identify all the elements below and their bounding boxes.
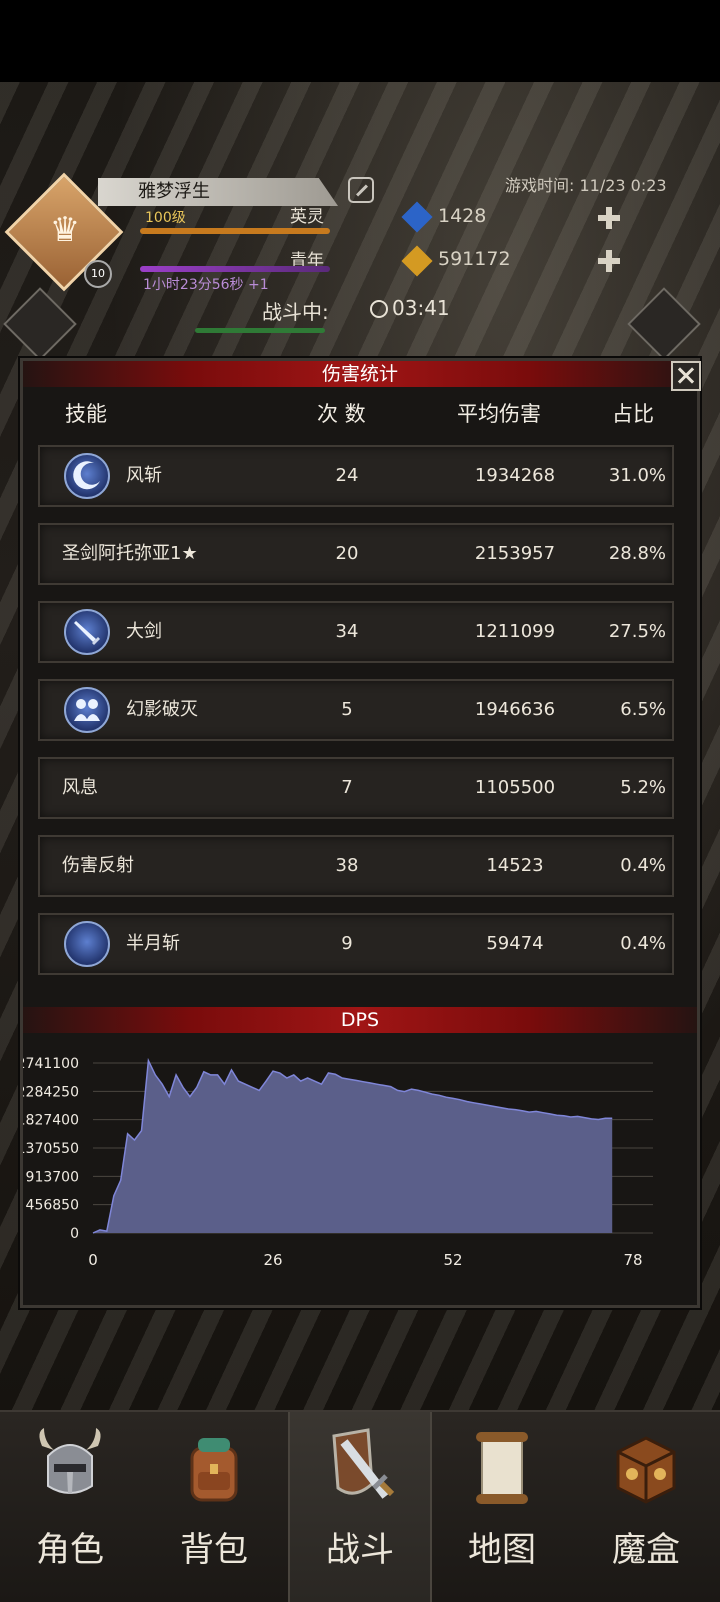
skill-avg-damage: 59474	[486, 933, 544, 954]
x-tick-label: 26	[263, 1251, 282, 1269]
y-tick-label: 2741100	[23, 1056, 79, 1072]
edit-icon[interactable]	[348, 177, 374, 203]
player-rank: 英灵	[290, 207, 324, 227]
skill-list[interactable]: 风斩 24 1934268 31.0% 圣剑阿托弥亚1★ 20 2153957 …	[38, 445, 674, 987]
y-tick-label: 1827400	[23, 1113, 79, 1129]
greatsword-icon	[64, 609, 110, 655]
skill-avg-damage: 1211099	[474, 621, 556, 642]
scroll-map-icon	[476, 1432, 528, 1504]
backpack-icon	[190, 1438, 238, 1502]
skill-percent: 6.5%	[620, 699, 666, 720]
exp-bar	[140, 228, 330, 234]
table-row: 幻影破灭 5 1946636 6.5%	[38, 679, 674, 741]
col-header-pct: 占比	[612, 402, 654, 426]
table-row: 大剑 34 1211099 27.5%	[38, 601, 674, 663]
skill-name: 大剑	[126, 621, 162, 642]
clock-icon	[370, 300, 388, 318]
skill-count: 20	[335, 543, 359, 564]
tab-backpack[interactable]: 背包	[144, 1412, 284, 1602]
game-time: 游戏时间: 11/23 0:23	[505, 176, 667, 195]
skill-count: 5	[341, 699, 353, 720]
skill-count: 34	[335, 621, 359, 642]
y-tick-label: 913700	[26, 1169, 79, 1185]
skill-count: 9	[341, 933, 353, 954]
shield-sword-icon	[332, 1428, 395, 1499]
tab-magic-box[interactable]: 魔盒	[576, 1412, 716, 1602]
tab-character[interactable]: 角色	[0, 1412, 140, 1602]
helmet-icon	[39, 1428, 101, 1494]
skill-avg-damage: 14523	[486, 855, 544, 876]
skill-name: 风斩	[126, 465, 162, 486]
col-header-avg: 平均伤害	[457, 402, 541, 426]
magic-box-icon	[616, 1436, 676, 1504]
battle-timer: 03:41	[392, 296, 450, 320]
skill-percent: 27.5%	[608, 621, 666, 642]
tab-battle[interactable]: 战斗	[288, 1412, 432, 1602]
dps-area	[93, 1060, 613, 1233]
status-bar-area	[0, 0, 720, 82]
skill-avg-damage: 1105500	[474, 777, 556, 798]
damage-stats-title: 伤害统计	[23, 361, 697, 387]
x-tick-label: 0	[88, 1251, 98, 1269]
tab-label: 地图	[468, 1530, 536, 1570]
dps-chart: 2741100 2284250 1827400 1370550 913700 456850…	[17, 1005, 697, 1305]
battle-progress-bar	[195, 328, 325, 333]
col-header-count: 次 数	[317, 402, 366, 426]
tab-label: 战斗	[326, 1530, 394, 1570]
skill-name: 伤害反射	[62, 855, 134, 876]
skill-name: 幻影破灭	[126, 699, 198, 720]
bottom-nav: 角色 背包 战斗 地图 魔盒	[0, 1410, 720, 1602]
skill-name: 半月斩	[126, 933, 180, 954]
skill-percent: 31.0%	[608, 465, 666, 486]
skill-count: 38	[335, 855, 359, 876]
skill-avg-damage: 1946636	[474, 699, 556, 720]
y-tick-label: 2284250	[23, 1084, 79, 1100]
table-row: 风斩 24 1934268 31.0%	[38, 445, 674, 507]
tab-label: 背包	[180, 1530, 248, 1570]
col-header-skill: 技能	[65, 402, 107, 426]
skill-percent: 5.2%	[620, 777, 666, 798]
age-bar	[140, 266, 330, 272]
skill-name: 风息	[62, 777, 98, 798]
table-row: 风息 7 1105500 5.2%	[38, 757, 674, 819]
tab-label: 角色	[36, 1530, 104, 1570]
x-tick-label: 52	[443, 1251, 462, 1269]
level-badge: 10	[84, 260, 112, 288]
crown-icon: ♛	[49, 210, 81, 250]
half-moon-slash-icon	[64, 921, 110, 967]
table-row: 伤害反射 38 14523 0.4%	[38, 835, 674, 897]
close-button[interactable]	[671, 361, 701, 391]
tab-map[interactable]: 地图	[432, 1412, 572, 1602]
y-tick-label: 0	[70, 1226, 79, 1242]
wind-slash-icon	[64, 453, 110, 499]
y-tick-label: 456850	[26, 1198, 79, 1214]
skill-count: 7	[341, 777, 353, 798]
lifetime-timer: 1小时23分56秒 +1	[143, 277, 269, 293]
dps-chart-svg: 2741100 2284250 1827400 1370550 913700 456850…	[17, 1056, 653, 1269]
skill-count: 24	[335, 465, 359, 486]
skill-name: 圣剑阿托弥亚1★	[62, 543, 198, 564]
y-tick-label: 1370550	[23, 1141, 79, 1157]
battle-status: 战斗中:	[262, 300, 329, 324]
gold-count: 591172	[438, 248, 511, 270]
skill-avg-damage: 1934268	[474, 465, 556, 486]
damage-stats-panel: 伤害统计 技能 次 数 平均伤害 占比 风斩 24 1934268 31.0% …	[17, 358, 701, 1308]
x-tick-label: 78	[623, 1251, 642, 1269]
table-row: 半月斩 9 59474 0.4%	[38, 913, 674, 975]
skill-percent: 0.4%	[620, 933, 666, 954]
phantom-icon	[64, 687, 110, 733]
add-gold-plus-icon[interactable]	[598, 250, 620, 272]
skill-percent: 0.4%	[620, 855, 666, 876]
blue-gem-count: 1428	[438, 205, 487, 227]
skill-avg-damage: 2153957	[474, 543, 556, 564]
skill-percent: 28.8%	[608, 543, 666, 564]
tab-label: 魔盒	[612, 1530, 680, 1570]
player-level: 100级	[145, 210, 186, 226]
add-gem-plus-icon[interactable]	[598, 207, 620, 229]
table-row: 圣剑阿托弥亚1★ 20 2153957 28.8%	[38, 523, 674, 585]
